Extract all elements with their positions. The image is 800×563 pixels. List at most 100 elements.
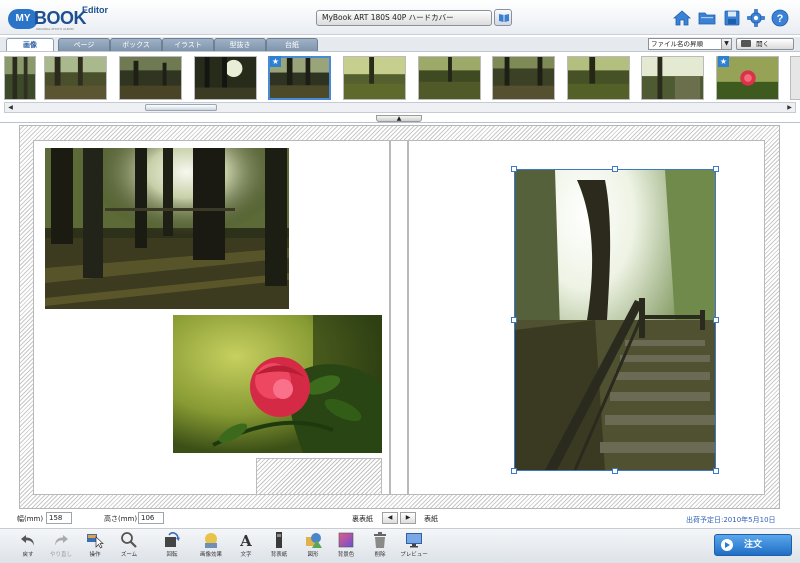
thumbnail-image[interactable]: [790, 56, 800, 100]
logo-subtitle: ORIGINAL PHOTO ALBUM: [36, 27, 74, 31]
undo-icon: [21, 535, 34, 546]
resize-handle[interactable]: [511, 166, 517, 172]
rotate-icon: [165, 532, 180, 547]
thumbnail-image[interactable]: [4, 56, 36, 100]
chevron-down-icon: ▼: [721, 39, 731, 49]
stairs-photo[interactable]: [515, 170, 715, 470]
thumbnail-image[interactable]: [343, 56, 406, 100]
product-info-button[interactable]: [494, 9, 512, 26]
sort-order-select[interactable]: ファイル名の昇順 ▼: [648, 38, 732, 50]
thumbnail-image[interactable]: [418, 56, 481, 100]
delete-button[interactable]: 削除: [365, 531, 395, 562]
text-button[interactable]: A 文字: [231, 531, 261, 562]
resize-handle[interactable]: [713, 166, 719, 172]
open-button[interactable]: 開く: [736, 38, 794, 50]
shape-label: 図形: [307, 552, 319, 558]
sort-order-value: ファイル名の昇順: [651, 40, 703, 48]
undo-button[interactable]: 戻す: [13, 531, 43, 562]
info-bar: 幅(mm) 158 高さ(mm) 106 裏表紙 ◀ ▶ 表紙 出荷予定日:20…: [0, 510, 800, 528]
thumbnail-image[interactable]: [567, 56, 630, 100]
image-effect-button[interactable]: 画像効果: [196, 531, 226, 562]
prev-page-button[interactable]: ◀: [382, 512, 398, 524]
svg-text:?: ?: [777, 13, 784, 25]
bottom-toolbar: 戻す やり直し 操作 ズーム 回転 画像効果 A 文字 背表紙 図形 背景色 削…: [0, 528, 800, 563]
resize-handle[interactable]: [612, 468, 618, 474]
book-icon: [499, 14, 509, 22]
tab-images[interactable]: 画像: [6, 38, 54, 51]
save-icon[interactable]: [722, 8, 742, 28]
shape-button[interactable]: 図形: [298, 531, 328, 562]
text-label: 文字: [240, 552, 252, 558]
operate-button[interactable]: 操作: [80, 531, 110, 562]
thumbnail-image[interactable]: [492, 56, 555, 100]
order-label: 注文: [743, 540, 762, 550]
operate-label: 操作: [89, 552, 101, 558]
resize-handle[interactable]: [511, 317, 517, 323]
image-effect-label: 画像効果: [199, 552, 222, 558]
star-icon: ★: [270, 56, 281, 67]
tab-mount[interactable]: 台紙: [266, 38, 318, 51]
scroll-right-icon[interactable]: ▶: [784, 103, 795, 112]
collapse-strip-button[interactable]: ▲: [376, 115, 422, 122]
logo-book: BOOK: [34, 8, 87, 28]
rotate-label: 回転: [166, 552, 178, 558]
camellia-photo[interactable]: [173, 315, 382, 453]
resize-handle[interactable]: [713, 468, 719, 474]
back-cover-label: 裏表紙: [352, 515, 373, 523]
tab-illustrations[interactable]: イラスト: [162, 38, 214, 51]
play-icon: [721, 539, 733, 551]
undo-label: 戻す: [22, 552, 34, 558]
svg-text:A: A: [239, 532, 252, 549]
back-paper-button[interactable]: 背表紙: [264, 531, 294, 562]
trash-icon: [374, 532, 386, 548]
spine-gutter: [390, 140, 408, 495]
thumbnail-image[interactable]: [194, 56, 257, 100]
redo-icon: [55, 535, 68, 546]
width-field[interactable]: 158: [46, 512, 72, 524]
tab-boxes[interactable]: ボックス: [110, 38, 162, 51]
thumbnail-image[interactable]: [641, 56, 704, 100]
delete-label: 削除: [374, 552, 386, 558]
magnifier-icon: [121, 532, 137, 548]
order-button[interactable]: 注文: [714, 534, 792, 556]
resize-handle[interactable]: [612, 166, 618, 172]
pointer-icon: [87, 534, 104, 549]
width-label: 幅(mm): [17, 515, 44, 523]
rotate-button[interactable]: 回転: [157, 531, 187, 562]
camera-folder-icon: [741, 40, 751, 47]
thumbnail-image[interactable]: [119, 56, 182, 100]
logo-editor: Editor: [82, 5, 108, 15]
preview-label: プレビュー: [400, 552, 428, 558]
layout-workspace: [0, 123, 800, 510]
thumbnail-scrollbar[interactable]: ◀ ▶: [4, 102, 796, 113]
thumbnail-image[interactable]: [44, 56, 107, 100]
empty-photo-slot[interactable]: [256, 458, 382, 495]
height-field[interactable]: 106: [138, 512, 164, 524]
scroll-left-icon[interactable]: ◀: [5, 103, 16, 112]
resize-handle[interactable]: [713, 317, 719, 323]
front-cover-label: 表紙: [424, 515, 438, 523]
height-label: 高さ(mm): [104, 515, 138, 523]
effect-icon: [205, 533, 217, 548]
bg-color-button[interactable]: 背景色: [331, 531, 361, 562]
shape-icon: [306, 533, 322, 548]
color-palette-icon: [338, 532, 354, 548]
product-title: MyBook ART 180S 40P ハードカバー: [316, 10, 492, 26]
redo-button[interactable]: やり直し: [46, 531, 76, 562]
home-icon[interactable]: [672, 8, 692, 28]
back-paper-label: 背表紙: [270, 552, 288, 558]
next-page-button[interactable]: ▶: [400, 512, 416, 524]
preview-button[interactable]: プレビュー: [399, 531, 429, 562]
folder-icon[interactable]: [697, 8, 717, 28]
zoom-label: ズーム: [120, 552, 138, 558]
star-icon: ★: [718, 56, 729, 67]
resize-handle[interactable]: [511, 468, 517, 474]
scrollbar-thumb[interactable]: [145, 104, 217, 111]
tab-die-cut[interactable]: 型抜き: [214, 38, 266, 51]
gear-icon[interactable]: [746, 8, 766, 28]
forest-photo[interactable]: [45, 148, 289, 309]
tab-pages[interactable]: ページ: [58, 38, 110, 51]
help-icon[interactable]: ?: [770, 8, 790, 28]
zoom-button[interactable]: ズーム: [114, 531, 144, 562]
text-icon: A: [239, 532, 252, 549]
